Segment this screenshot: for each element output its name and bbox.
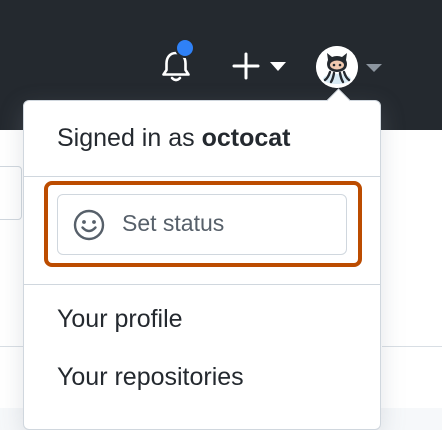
smiley-icon: [73, 209, 105, 241]
avatar: [316, 46, 358, 88]
set-status-label: Set status: [122, 210, 225, 236]
username: octocat: [201, 124, 291, 152]
background-divider: [0, 346, 24, 347]
signed-in-prefix: Signed in as: [57, 124, 195, 152]
unread-indicator: [175, 38, 195, 58]
signed-in-label: Signed in as octocat: [57, 124, 290, 153]
menu-item-your-repositories[interactable]: Your repositories: [57, 363, 244, 392]
menu-item-your-profile[interactable]: Your profile: [57, 305, 183, 334]
octocat-icon: [316, 46, 358, 88]
create-new-button[interactable]: [232, 50, 292, 82]
chevron-down-icon: [366, 64, 382, 72]
set-status-button[interactable]: Set status: [57, 194, 347, 255]
background-divider: [382, 346, 442, 347]
plus-icon: [232, 52, 286, 80]
background-panel: [0, 166, 22, 220]
menu-divider: [24, 284, 380, 285]
menu-divider: [24, 176, 380, 177]
user-menu-button[interactable]: [316, 46, 386, 88]
chevron-down-icon: [270, 62, 286, 71]
